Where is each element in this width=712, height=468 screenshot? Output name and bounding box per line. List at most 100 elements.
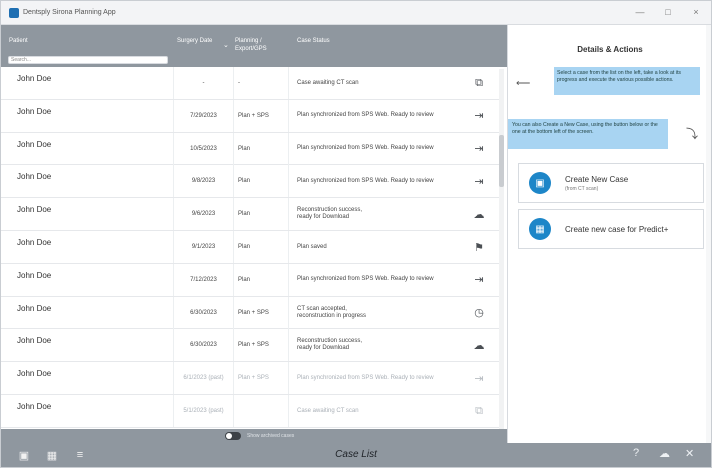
archived-toggle-label: Show archived cases xyxy=(247,433,295,439)
patient-name-cell: John Doe xyxy=(17,369,52,379)
tools-icon[interactable]: ✕ xyxy=(685,447,694,460)
create-predict-case-button[interactable]: ▦ Create new case for Predict+ xyxy=(518,209,704,249)
minimize-button[interactable]: — xyxy=(635,7,645,17)
details-title: Details & Actions xyxy=(577,45,643,54)
planning-cell xyxy=(233,395,289,427)
create-new-case-label: Create New Case (from CT scan) xyxy=(565,175,628,192)
planning-cell: - xyxy=(233,67,289,99)
sort-chevron-icon[interactable]: ⌄ xyxy=(223,42,229,50)
surgery-date-cell: 6/1/2023 (past) xyxy=(173,362,233,395)
planning-cell: Plan + SPS xyxy=(233,296,289,329)
create-new-case-button[interactable]: ▣ Create New Case (from CT scan) xyxy=(518,163,704,203)
column-header-planning[interactable]: Planning / Export/GPS xyxy=(235,37,295,53)
column-header-patient[interactable]: Patient xyxy=(9,37,28,45)
details-panel: Details & Actions ⟵ Select a case from t… xyxy=(507,25,711,443)
create-new-case-sub: (from CT scan) xyxy=(565,185,599,192)
planning-cell: Plan xyxy=(233,263,289,296)
create-case-hint: You can also Create a New Case, using th… xyxy=(508,119,668,149)
patient-name-cell: John Doe xyxy=(17,205,52,215)
patient-search-input[interactable]: Search... xyxy=(8,56,168,64)
title-bar: Dentsply Sirona Planning App — □ × xyxy=(1,1,711,25)
flag-icon[interactable]: ⚑ xyxy=(467,231,491,263)
surgery-date-cell: 7/12/2023 xyxy=(173,263,233,296)
create-new-case-text: Create New Case xyxy=(565,174,629,184)
case-list-pane: Patient Search... Surgery Date ⌄ Plannin… xyxy=(1,25,507,443)
table-row[interactable]: John Doe 6/1/2023 (past) Plan + SPS Plan sy… xyxy=(1,362,501,395)
create-predict-case-label: Create new case for Predict+ xyxy=(565,224,669,234)
patient-name-cell: John Doe xyxy=(17,238,52,247)
planning-cell: Plan + SPS xyxy=(233,362,289,395)
panel-scrollbar[interactable] xyxy=(706,25,711,443)
window-title: Dentsply Sirona Planning App xyxy=(23,9,116,16)
new-case-icon: ▣ xyxy=(529,172,551,194)
export-icon[interactable]: ⇥ xyxy=(467,100,491,132)
archived-toggle[interactable] xyxy=(225,432,241,440)
cloud-download-icon[interactable]: ☁ xyxy=(467,198,491,230)
screen-title: Case List xyxy=(335,449,377,460)
bottom-toolbar: ▣ ▦ ≡ Case List ? ☁ ✕ xyxy=(1,443,711,467)
surgery-date-cell: 9/6/2023 xyxy=(173,198,233,231)
patient-name-cell: John Doe xyxy=(17,74,52,83)
planning-cell: Plan + SPS xyxy=(233,329,289,362)
case-table-body: John Doe - - Case awaiting CT scan ⧉ John Doe… xyxy=(1,67,501,429)
case-status-cell: Case awaiting CT scan xyxy=(297,407,359,414)
patient-name-cell: John Doe xyxy=(17,172,52,182)
surgery-date-cell: 10/5/2023 xyxy=(173,132,233,165)
table-row[interactable]: John Doe 6/30/2023 Plan + SPS CT scan accep… xyxy=(1,296,501,330)
case-status-cell: Plan synchronized from SPS Web. Ready to… xyxy=(297,374,434,381)
surgery-date-cell: 7/29/2023 xyxy=(173,99,233,132)
case-status-cell: Plan synchronized from SPS Web. Ready to… xyxy=(297,177,434,184)
planning-cell: Plan xyxy=(233,165,289,198)
list-scrollbar[interactable] xyxy=(499,69,504,429)
clock-icon[interactable]: ◷ xyxy=(467,297,491,329)
list-scroll-thumb[interactable] xyxy=(499,135,504,187)
cloud-sync-icon[interactable]: ☁ xyxy=(659,447,670,460)
window-controls: — □ × xyxy=(635,7,701,17)
surgery-date-cell: 6/30/2023 xyxy=(173,296,233,329)
patient-name-cell: John Doe xyxy=(17,139,52,149)
planning-cell: Plan xyxy=(233,231,289,263)
table-row[interactable]: John Doe 10/5/2023 Plan Plan synchronized f… xyxy=(1,132,501,166)
toggle-knob xyxy=(226,433,232,439)
case-status-cell: Plan synchronized from SPS Web. Ready to… xyxy=(297,112,434,119)
case-status-cell: Reconstruction success, ready for Downlo… xyxy=(297,207,363,221)
copy-icon[interactable]: ⧉ xyxy=(467,67,491,99)
export-icon[interactable]: ⇥ xyxy=(467,362,491,394)
copy-icon[interactable]: ⧉ xyxy=(467,395,491,427)
planning-cell: Plan + SPS xyxy=(233,99,289,132)
arrow-left-icon: ⟵ xyxy=(516,78,531,89)
table-row[interactable]: John Doe 7/29/2023 Plan + SPS Plan synchron… xyxy=(1,99,501,133)
export-icon[interactable]: ⇥ xyxy=(467,165,491,197)
table-row[interactable]: John Doe 9/6/2023 Plan Reconstruction succe… xyxy=(1,198,501,231)
case-status-cell: Plan synchronized from SPS Web. Ready to… xyxy=(297,145,434,152)
planning-cell: Plan xyxy=(233,132,289,165)
table-row[interactable]: John Doe 7/12/2023 Plan Plan synchronized f… xyxy=(1,263,501,297)
cloud-download-icon[interactable]: ☁ xyxy=(467,329,491,361)
patient-name-cell: John Doe xyxy=(17,270,52,280)
column-header-case-status[interactable]: Case Status xyxy=(297,37,330,45)
export-icon[interactable]: ⇥ xyxy=(467,133,491,165)
table-row[interactable]: John Doe 5/1/2023 (past) Case awaiting CT … xyxy=(1,395,501,428)
help-icon[interactable]: ? xyxy=(633,447,639,459)
case-status-cell: Plan saved xyxy=(297,243,327,250)
table-row[interactable]: John Doe 9/1/2023 Plan Plan saved ⚑ xyxy=(1,231,501,264)
table-header: Patient Search... Surgery Date ⌄ Plannin… xyxy=(1,25,507,67)
column-header-surgery-date[interactable]: Surgery Date xyxy=(177,37,215,45)
surgery-date-cell: 9/8/2023 xyxy=(173,165,233,198)
archive-toggle-bar: Show archived cases xyxy=(1,429,507,443)
table-row[interactable]: John Doe - - Case awaiting CT scan ⧉ xyxy=(1,67,501,100)
select-case-hint: Select a case from the list on the left,… xyxy=(554,67,700,95)
app-logo-icon xyxy=(9,7,19,18)
patient-name-cell: John Doe xyxy=(17,402,52,411)
table-row[interactable]: John Doe 9/8/2023 Plan Plan synchronized fr… xyxy=(1,165,501,199)
patient-name-cell: John Doe xyxy=(17,336,52,346)
surgery-date-cell: - xyxy=(173,67,233,99)
close-button[interactable]: × xyxy=(691,7,701,17)
surgery-date-cell: 9/1/2023 xyxy=(173,231,233,263)
patient-name-cell: John Doe xyxy=(17,303,52,313)
table-row[interactable]: John Doe 6/30/2023 Plan + SPS Reconstructio… xyxy=(1,329,501,363)
maximize-button[interactable]: □ xyxy=(663,7,673,17)
surgery-date-cell: 5/1/2023 (past) xyxy=(173,395,233,427)
planning-cell: Plan xyxy=(233,198,289,231)
export-icon[interactable]: ⇥ xyxy=(467,264,491,296)
